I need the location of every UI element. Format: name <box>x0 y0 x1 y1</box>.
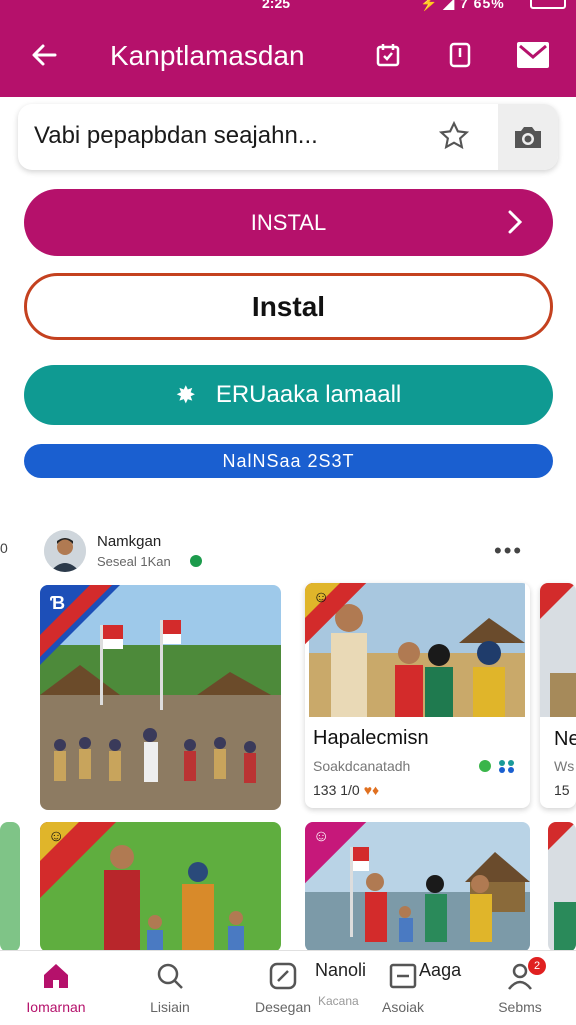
post-card[interactable]: ☺ Hapalecmisn Soakdcanatadh 133 1/0 ♥♦ <box>305 583 530 808</box>
card-image <box>0 822 20 952</box>
nav-item-profile[interactable]: 2 Sebms <box>472 951 568 1025</box>
card-ribbon-label: ☺ <box>313 589 330 606</box>
card-subtitle: Ws <box>554 758 575 774</box>
card-subtitle: Soakdcanatadh <box>313 758 411 774</box>
card-stats: 133 1/0 ♥♦ <box>313 782 379 798</box>
left-edge-text: 0 <box>0 540 8 556</box>
more-options-icon[interactable]: ••• <box>494 538 523 564</box>
card-image <box>540 583 576 717</box>
teal-action-button[interactable]: ✸ ERUaaka lamaall <box>24 365 553 425</box>
nav-overlay-subtext: Kacana <box>318 994 359 1008</box>
install-outline-label: Instal <box>251 290 326 322</box>
nav-overlay-text: Nanoli Aaga <box>315 960 461 981</box>
nav-label-list: Asoiak <box>381 999 425 1015</box>
post-card[interactable]: ☺ <box>40 822 281 952</box>
edit-icon <box>266 959 300 993</box>
card-stat-count: 133 1/0 <box>313 782 360 798</box>
battery-icon <box>530 0 566 9</box>
post-card[interactable] <box>0 822 20 952</box>
status-time: 2:25 <box>262 0 291 11</box>
status-bar: 2:25 ⚡ ◢ 7 65% <box>0 0 576 14</box>
status-indicators: ⚡ ◢ 7 65% <box>420 0 505 11</box>
install-primary-button[interactable]: INSTAL <box>24 189 553 256</box>
nav-overlay-label: Nanoli <box>315 960 367 980</box>
search-bar[interactable]: Vabi pepapbdan seajahn... <box>18 104 558 170</box>
back-arrow-icon[interactable] <box>24 35 64 75</box>
teal-action-label: ERUaaka lamaall <box>215 381 402 408</box>
star-icon[interactable] <box>438 120 470 157</box>
verified-icon <box>190 555 202 567</box>
card-ribbon-label: ☺ <box>48 828 65 845</box>
install-outline-button[interactable]: Instal <box>24 273 553 340</box>
chevron-right-icon <box>505 208 525 242</box>
sparkle-icon: ✸ <box>175 381 196 409</box>
post-card[interactable]: Ɓ <box>40 585 281 810</box>
heart-icon[interactable]: ♥♦ <box>364 782 379 798</box>
card-ribbon-label: ☺ <box>313 828 330 845</box>
calendar-icon[interactable] <box>368 35 408 75</box>
blue-action-label: NalNSaa 2S3T <box>222 450 355 471</box>
post-card[interactable]: Ne Ws 15 <box>540 583 576 808</box>
tag-teal-icon <box>499 760 514 773</box>
post-card[interactable] <box>548 822 576 952</box>
nav-item-home[interactable]: Iomarnan <box>8 951 104 1025</box>
card-ribbon-label: Ɓ <box>50 593 66 613</box>
post-user-subtitle: Seseal 1Kan <box>97 554 171 569</box>
mail-icon[interactable] <box>513 35 553 75</box>
home-icon <box>39 959 73 993</box>
notification-badge: 2 <box>528 957 546 975</box>
nav-overlay-label-2: Aaga <box>419 960 462 980</box>
bookmark-icon[interactable] <box>440 35 480 75</box>
tag-green-icon <box>479 760 491 772</box>
page-title: Kanptlamasdan <box>110 40 305 71</box>
search-input[interactable]: Vabi pepapbdan seajahn... <box>34 122 318 150</box>
card-title: Ne <box>554 728 576 750</box>
nav-label-create: Desegan <box>254 999 312 1015</box>
card-stat-count: 15 <box>554 782 570 798</box>
card-tags <box>478 759 516 773</box>
avatar[interactable] <box>44 530 86 572</box>
post-user-name[interactable]: Namkgan <box>97 533 161 550</box>
nav-label-home: Iomarnan <box>26 999 86 1015</box>
card-image <box>548 822 576 952</box>
search-icon <box>153 959 187 993</box>
nav-label-search: Lisiain <box>150 999 190 1015</box>
camera-icon[interactable] <box>498 104 558 170</box>
bottom-nav: Iomarnan Lisiain Desegan Asoiak 2 Sebms <box>0 950 576 1025</box>
card-title: Hapalecmisn <box>313 727 429 749</box>
blue-action-button[interactable]: NalNSaa 2S3T <box>24 444 553 478</box>
nav-label-profile: Sebms <box>498 999 542 1015</box>
nav-item-search[interactable]: Lisiain <box>122 951 218 1025</box>
install-primary-label: INSTAL <box>250 209 327 235</box>
post-card[interactable]: ☺ <box>305 822 530 952</box>
